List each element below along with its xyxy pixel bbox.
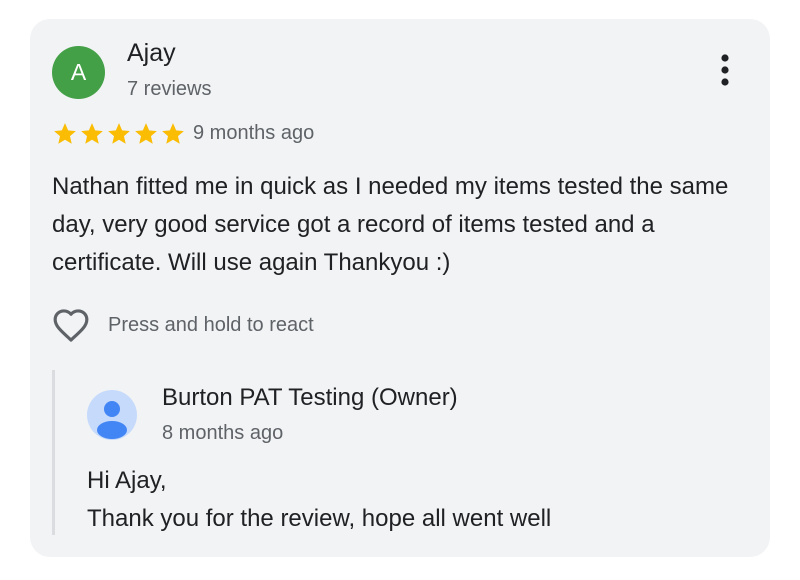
owner-name: Burton PAT Testing (Owner) [162,384,458,411]
star-icon [162,123,184,144]
reviewer-avatar[interactable]: A [52,46,105,99]
react-button[interactable]: Press and hold to react [52,307,314,343]
person-icon [97,401,127,439]
star-icon [108,123,130,144]
owner-reply-line: Hi Ajay, [87,467,167,494]
owner-reply: Burton PAT Testing (Owner) 8 months ago … [52,370,745,535]
reviewer-name[interactable]: Ajay [127,39,176,68]
star-icon [81,123,103,144]
star-icon [54,123,76,144]
review-text: Nathan fitted me in quick as I needed my… [52,173,729,276]
more-options-button[interactable] [710,49,740,91]
more-vert-icon [721,54,729,86]
owner-reply-line: Thank you for the review, hope all went … [87,505,552,532]
owner-reply-time: 8 months ago [162,422,284,444]
heart-outline-icon [53,309,89,342]
review-time: 9 months ago [193,122,315,144]
react-label: Press and hold to react [108,313,314,336]
reviewer-review-count: 7 reviews [127,78,212,100]
owner-avatar [87,390,137,440]
owner-reply-text: Hi Ajay, Thank you for the review, hope … [87,462,727,538]
star-rating [52,121,186,147]
star-icon [135,123,157,144]
reviewer-avatar-letter: A [70,59,87,85]
review-card: A Ajay 7 reviews 9 months ago Nathan fit… [30,19,770,557]
